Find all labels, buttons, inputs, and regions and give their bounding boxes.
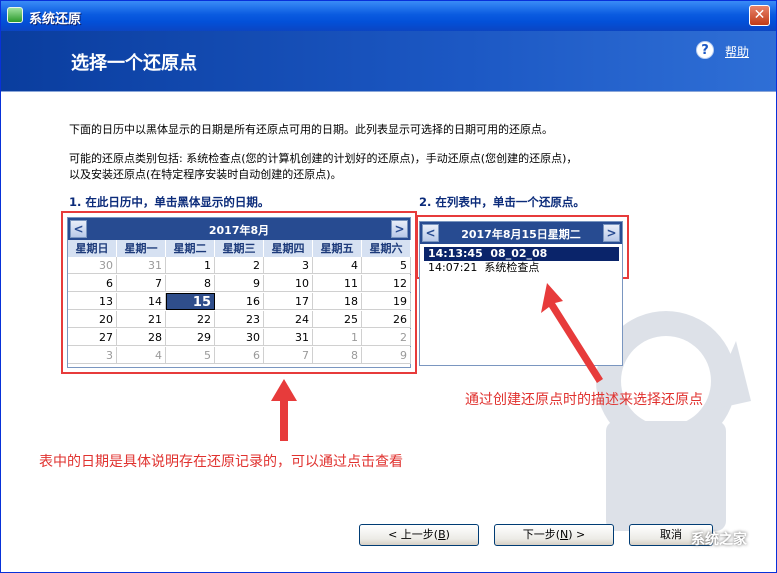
calendar-header: < 2017年8月 > bbox=[68, 218, 410, 240]
page-title: 选择一个还原点 bbox=[71, 53, 197, 74]
calendar-day[interactable]: 5 bbox=[362, 257, 411, 274]
calendar-day[interactable]: 9 bbox=[362, 347, 411, 364]
restore-point-date-header: < 2017年8月15日星期二 > bbox=[420, 222, 622, 244]
weekday-header: 星期三 bbox=[215, 240, 264, 257]
calendar-day[interactable]: 3 bbox=[264, 257, 313, 274]
back-button[interactable]: < 上一步(B) bbox=[359, 524, 479, 546]
calendar-day[interactable]: 2 bbox=[362, 329, 411, 346]
weekday-header: 星期二 bbox=[166, 240, 215, 257]
categories-text-line2: 以及安装还原点(在特定程序安装时自动创建的还原点)。 bbox=[69, 168, 342, 181]
annotation-note-list: 通过创建还原点时的描述来选择还原点 bbox=[465, 392, 703, 408]
header-divider bbox=[1, 91, 776, 92]
close-button[interactable]: ✕ bbox=[749, 5, 770, 26]
title-bar: 系统还原 ✕ bbox=[1, 1, 776, 31]
calendar-day[interactable]: 10 bbox=[264, 275, 313, 292]
annotation-note-calendar: 表中的日期是具体说明存在还原记录的，可以通过点击查看 bbox=[39, 454, 403, 470]
weekday-header: 星期六 bbox=[362, 240, 411, 257]
system-restore-window: 系统还原 ✕ 选择一个还原点 ? 帮助 下面的日历中以黑体显示的日期是所有还原点… bbox=[0, 0, 777, 573]
calendar-day[interactable]: 6 bbox=[215, 347, 264, 364]
calendar-day[interactable]: 3 bbox=[68, 347, 117, 364]
calendar-day[interactable]: 7 bbox=[117, 275, 166, 292]
calendar-day[interactable]: 6 bbox=[68, 275, 117, 292]
calendar-day[interactable]: 27 bbox=[68, 329, 117, 346]
wizard-header: 选择一个还原点 ? 帮助 bbox=[1, 31, 776, 91]
help-icon[interactable]: ? bbox=[696, 41, 714, 59]
next-button-key: N bbox=[560, 528, 569, 541]
restore-point-date-title: 2017年8月15日星期二 bbox=[461, 228, 581, 241]
calendar-day[interactable]: 7 bbox=[264, 347, 313, 364]
calendar-day[interactable]: 15 bbox=[166, 293, 215, 310]
calendar-day[interactable]: 1 bbox=[166, 257, 215, 274]
next-button-tail: ) > bbox=[568, 528, 586, 541]
restore-point-item[interactable]: 14:07:21 系统检查点 bbox=[424, 261, 619, 275]
calendar-day[interactable]: 21 bbox=[117, 311, 166, 328]
calendar-day[interactable]: 20 bbox=[68, 311, 117, 328]
calendar-day[interactable]: 28 bbox=[117, 329, 166, 346]
weekday-header: 星期四 bbox=[264, 240, 313, 257]
calendar-day[interactable]: 1 bbox=[313, 329, 362, 346]
restore-point-time: 14:13:45 bbox=[428, 247, 483, 260]
weekday-header: 星期一 bbox=[117, 240, 166, 257]
window-title: 系统还原 bbox=[29, 12, 82, 27]
step1-label: 1. 在此日历中，单击黑体显示的日期。 bbox=[69, 195, 270, 209]
annotation-arrow-left bbox=[271, 379, 297, 441]
restore-point-time: 14:07:21 bbox=[428, 261, 478, 274]
calendar-day[interactable]: 13 bbox=[68, 293, 117, 310]
calendar-day[interactable]: 31 bbox=[264, 329, 313, 346]
calendar-day[interactable]: 8 bbox=[166, 275, 215, 292]
calendar-day[interactable]: 11 bbox=[313, 275, 362, 292]
step2-label: 2. 在列表中，单击一个还原点。 bbox=[419, 195, 585, 209]
categories-text-line1: 可能的还原点类别包括: 系统检查点(您的计算机创建的计划好的还原点)，手动还原点… bbox=[69, 152, 578, 165]
weekday-header: 星期五 bbox=[313, 240, 362, 257]
calendar: < 2017年8月 > 星期日 星期一 星期二 星期三 星期四 星期五 星期六 30 31 1 2… bbox=[67, 217, 411, 368]
calendar-day[interactable]: 16 bbox=[215, 293, 264, 310]
restore-point-next-day-button[interactable]: > bbox=[603, 224, 620, 242]
cancel-button-label: 取消 bbox=[660, 528, 682, 541]
restore-point-item[interactable]: 14:13:45 08_02_08 bbox=[424, 247, 619, 261]
calendar-day[interactable]: 26 bbox=[362, 311, 411, 328]
back-button-label: < 上一步( bbox=[388, 528, 439, 541]
calendar-day[interactable]: 18 bbox=[313, 293, 362, 310]
calendar-month-title: 2017年8月 bbox=[208, 224, 270, 237]
weekday-header: 星期日 bbox=[68, 240, 117, 257]
calendar-day[interactable]: 31 bbox=[117, 257, 166, 274]
calendar-day[interactable]: 14 bbox=[117, 293, 166, 310]
next-button[interactable]: 下一步(N) > bbox=[494, 524, 614, 546]
watermark-text: 系统之家 bbox=[691, 532, 747, 548]
restore-point-description: 08_02_08 bbox=[490, 247, 548, 260]
annotation-arrow-right bbox=[541, 283, 603, 383]
calendar-day[interactable]: 4 bbox=[313, 257, 362, 274]
back-button-tail: ) bbox=[445, 528, 450, 541]
next-button-label: 下一步( bbox=[522, 528, 561, 541]
calendar-day[interactable]: 12 bbox=[362, 275, 411, 292]
calendar-day[interactable]: 30 bbox=[68, 257, 117, 274]
calendar-day[interactable]: 4 bbox=[117, 347, 166, 364]
calendar-next-month-button[interactable]: > bbox=[391, 220, 408, 238]
calendar-day[interactable]: 17 bbox=[264, 293, 313, 310]
calendar-day[interactable]: 30 bbox=[215, 329, 264, 346]
back-button-key: B bbox=[438, 528, 446, 541]
help-link[interactable]: 帮助 bbox=[725, 43, 749, 60]
calendar-day[interactable]: 29 bbox=[166, 329, 215, 346]
calendar-day[interactable]: 8 bbox=[313, 347, 362, 364]
calendar-day[interactable]: 24 bbox=[264, 311, 313, 328]
calendar-day[interactable]: 23 bbox=[215, 311, 264, 328]
calendar-day[interactable]: 22 bbox=[166, 311, 215, 328]
intro-text: 下面的日历中以黑体显示的日期是所有还原点可用的日期。此列表显示可选择的日期可用的… bbox=[69, 123, 553, 136]
restore-point-description: 系统检查点 bbox=[484, 261, 540, 274]
calendar-day[interactable]: 9 bbox=[215, 275, 264, 292]
calendar-day[interactable]: 5 bbox=[166, 347, 215, 364]
calendar-day[interactable]: 2 bbox=[215, 257, 264, 274]
calendar-day[interactable]: 19 bbox=[362, 293, 411, 310]
calendar-day[interactable]: 25 bbox=[313, 311, 362, 328]
system-restore-icon bbox=[7, 7, 23, 23]
